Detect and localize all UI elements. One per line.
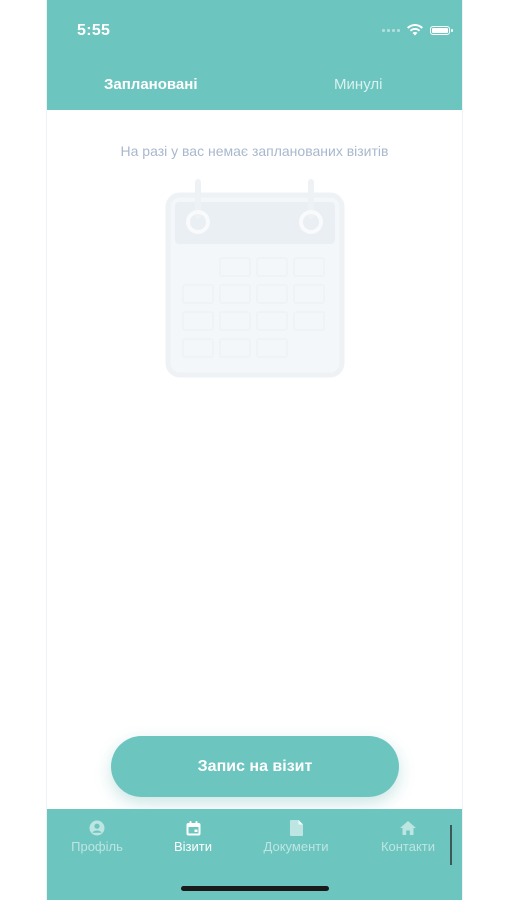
nav-item-profile[interactable]: Профіль [47, 819, 147, 854]
status-time: 5:55 [77, 22, 111, 39]
tab-past[interactable]: Минулі [255, 62, 463, 106]
nav-label-visits: Візити [174, 839, 212, 854]
nav-item-visits[interactable]: Візити [143, 819, 243, 854]
bottom-nav: Профіль Візити Документи Контакти [47, 809, 462, 900]
signal-icon [382, 28, 400, 32]
tab-planned[interactable]: Заплановані [47, 62, 255, 106]
nav-label-documents: Документи [263, 839, 329, 854]
empty-state-message: На разі у вас немає запланованих візитів [120, 143, 389, 159]
wifi-icon [407, 24, 423, 36]
status-icons [382, 23, 453, 37]
book-visit-button[interactable]: Запис на візит [111, 736, 399, 797]
nav-label-contacts: Контакти [380, 839, 436, 854]
header: 5:55 Заплановані Минулі [47, 0, 462, 110]
scroll-indicator [450, 825, 452, 865]
home-icon [400, 821, 416, 835]
app-screen: 5:55 Заплановані Минулі На разі у вас не… [46, 0, 463, 900]
calendar-illustration-icon [165, 179, 345, 378]
tab-bar: Заплановані Минулі [47, 62, 462, 108]
battery-icon [430, 25, 453, 35]
profile-icon [89, 820, 105, 836]
document-icon [289, 820, 303, 836]
home-indicator[interactable] [181, 886, 329, 891]
nav-label-profile: Профіль [71, 839, 123, 854]
nav-item-documents[interactable]: Документи [246, 819, 346, 854]
calendar-icon [186, 820, 200, 835]
nav-item-contacts[interactable]: Контакти [358, 819, 458, 854]
